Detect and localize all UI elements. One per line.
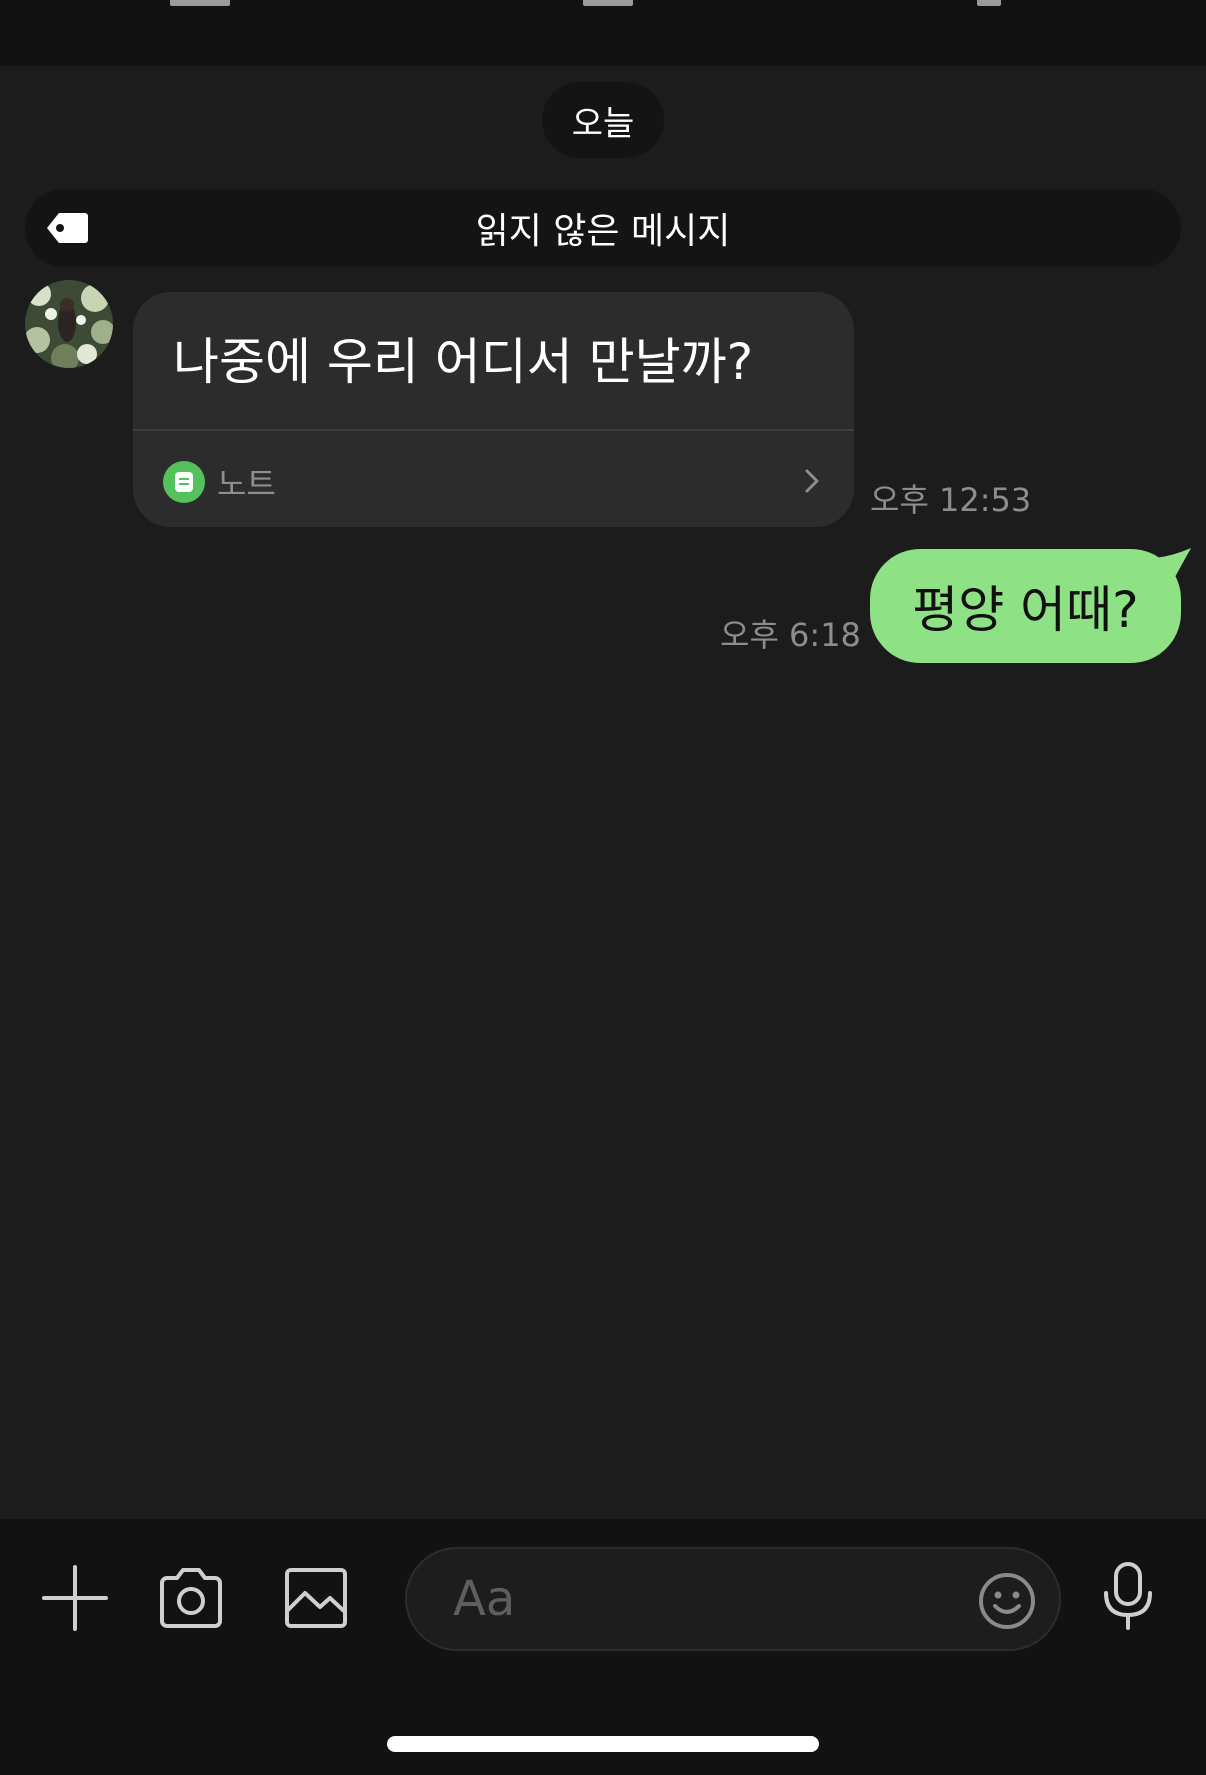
avatar-photo <box>25 280 113 368</box>
top-bar-cut-text <box>583 0 633 6</box>
chevron-right-icon <box>805 469 819 493</box>
unread-banner-label: 읽지 않은 메시지 <box>475 211 731 252</box>
plus-icon[interactable] <box>42 1565 108 1631</box>
note-attachment[interactable]: 노트 <box>133 431 854 527</box>
incoming-message-bubble[interactable]: 나중에 우리 어디서 만날까? 노트 <box>133 292 854 527</box>
unread-messages-banner: 읽지 않은 메시지 <box>25 189 1181 267</box>
camera-icon[interactable] <box>157 1565 225 1631</box>
top-bar-cut-text <box>977 0 1001 6</box>
message-composer: Aa <box>0 1519 1206 1775</box>
home-indicator <box>387 1736 819 1752</box>
image-icon[interactable] <box>284 1567 348 1629</box>
avatar[interactable] <box>25 280 113 368</box>
message-input[interactable]: Aa <box>405 1547 1061 1651</box>
message-timestamp: 오후 6:18 <box>720 616 861 654</box>
message-text: 평양 어때? <box>912 581 1139 639</box>
emoji-icon[interactable] <box>977 1571 1037 1631</box>
note-label: 노트 <box>217 465 276 503</box>
message-text: 나중에 우리 어디서 만날까? <box>173 333 754 391</box>
microphone-icon[interactable] <box>1101 1561 1155 1631</box>
top-bar-cut-text <box>170 0 230 6</box>
message-input-placeholder: Aa <box>453 1571 516 1627</box>
note-icon <box>163 461 205 503</box>
date-separator: 오늘 <box>542 82 664 158</box>
outgoing-message-bubble[interactable]: 평양 어때? <box>870 549 1181 663</box>
message-timestamp: 오후 12:53 <box>870 481 1032 519</box>
top-bar <box>0 0 1206 66</box>
